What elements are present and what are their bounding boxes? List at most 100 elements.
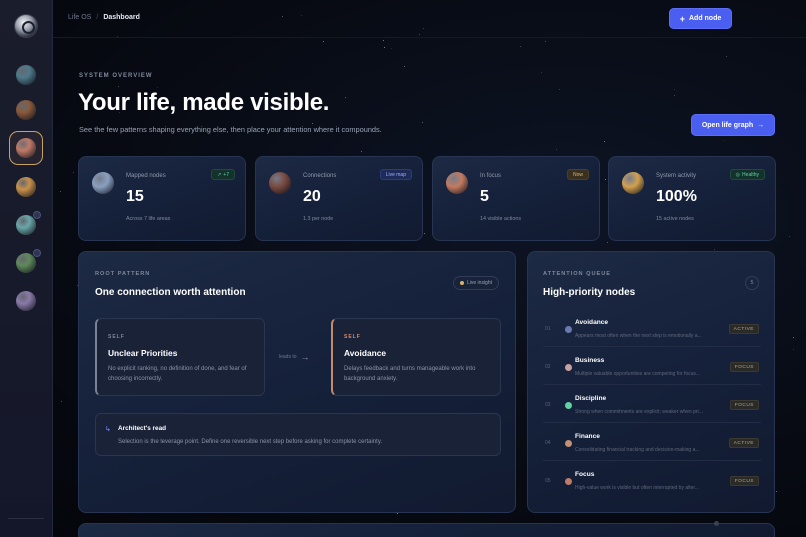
- live-insight-badge: Live insight: [452, 276, 499, 290]
- star: [605, 179, 607, 181]
- stat-value: 20: [303, 188, 321, 205]
- star: [673, 89, 675, 91]
- sidebar-divider: [8, 518, 44, 519]
- star: [390, 47, 392, 49]
- stat-value: 5: [480, 188, 489, 205]
- add-node-button[interactable]: + Add node: [669, 8, 732, 29]
- node-body: Delays feedback and turns manageable wor…: [344, 366, 476, 383]
- stat-card-connections[interactable]: Connections 20 1.3 per node Live map: [255, 156, 423, 241]
- stat-label: In focus: [480, 173, 502, 179]
- sidebar-item-jupiter[interactable]: [16, 177, 36, 197]
- queue-row[interactable]: 02 Business Multiple valuable opportunitie…: [543, 348, 761, 385]
- queue-node-desc: Appears most often when the next step is…: [575, 333, 702, 339]
- hero-eyebrow: SYSTEM OVERVIEW: [79, 73, 153, 79]
- star: [312, 122, 314, 124]
- atom-logo-icon[interactable]: [14, 14, 38, 38]
- queue-row[interactable]: 01 Avoidance Appears most often when the n…: [543, 310, 761, 347]
- planet-orb-icon: [269, 172, 291, 194]
- queue-row[interactable]: 04 Finance Consolidating financial trackin…: [543, 424, 761, 461]
- leads-to-label: leads to: [279, 354, 297, 360]
- chip-label: Healthy: [742, 171, 759, 178]
- mars-planet-icon: [16, 138, 36, 158]
- queue-node-name: Finance: [575, 433, 600, 440]
- queue-node-desc: High-value work is visible but often int…: [575, 485, 699, 491]
- star: [61, 400, 63, 402]
- sidebar-item-earth[interactable]: [16, 65, 36, 85]
- queue-status-badge: FOCUS: [729, 400, 759, 410]
- sidebar-item-ringed[interactable]: [16, 100, 36, 120]
- star: [544, 40, 546, 42]
- node-orb-icon: [565, 326, 572, 333]
- node-orb-icon: [565, 478, 572, 485]
- stat-value: 100%: [656, 188, 697, 205]
- stat-card-mapped-nodes[interactable]: Mapped nodes 15 Across 7 life areas ↗ +7: [78, 156, 246, 241]
- queue-status-badge: FOCUS: [729, 362, 759, 372]
- queue-index: 03: [545, 402, 551, 408]
- queue-node-desc: Consolidating financial tracking and dec…: [575, 447, 700, 453]
- notification-badge: [33, 249, 41, 257]
- open-life-graph-button[interactable]: Open life graph →: [691, 114, 775, 136]
- star: [776, 491, 778, 493]
- node-title: Avoidance: [344, 348, 387, 358]
- breadcrumb-root[interactable]: Life OS: [68, 14, 91, 21]
- queue-eyebrow: ATTENTION QUEUE: [543, 271, 612, 277]
- stat-label: Mapped nodes: [126, 173, 166, 179]
- live-insight-label: Live insight: [466, 280, 492, 286]
- stat-label: Connections: [303, 173, 337, 179]
- check-circle-icon: ◎: [735, 171, 741, 178]
- queue-status-badge: FOCUS: [729, 476, 759, 486]
- star: [322, 40, 324, 42]
- stat-card-system-activity[interactable]: System activity 100% 15 active nodes ◎ He…: [608, 156, 776, 241]
- queue-node-name: Discipline: [575, 395, 607, 402]
- stat-card-in-focus[interactable]: In focus 5 14 visible actions Now: [432, 156, 600, 241]
- sidebar-item-mars-active[interactable]: [9, 131, 43, 165]
- queue-title: High-priority nodes: [543, 287, 636, 298]
- star: [673, 94, 675, 96]
- architects-read-body: Selection is the leverage point. Define …: [118, 439, 383, 445]
- queue-index: 02: [545, 364, 551, 370]
- stat-foot: 15 active nodes: [656, 216, 694, 222]
- watermark-icon: [714, 521, 719, 526]
- queue-node-name: Focus: [575, 471, 595, 478]
- effect-node-card[interactable]: SELF Avoidance Delays feedback and turns…: [331, 318, 501, 396]
- chip-label: +7: [223, 171, 229, 178]
- star: [604, 141, 606, 143]
- plus-icon: +: [679, 13, 685, 24]
- sidebar-item-uranus[interactable]: [16, 211, 41, 235]
- star: [424, 232, 426, 234]
- queue-row[interactable]: 05 Focus High-value work is visible but of…: [543, 462, 761, 499]
- stat-foot: 14 visible actions: [480, 216, 522, 222]
- healthy-chip: ◎ Healthy: [729, 169, 765, 180]
- breadcrumb-current: Dashboard: [103, 14, 140, 21]
- arrow-right-icon: →: [757, 121, 765, 129]
- stat-value: 15: [126, 188, 144, 205]
- breadcrumb-separator: /: [96, 14, 99, 21]
- queue-node-desc: Multiple valuable opportunities are comp…: [575, 371, 701, 377]
- node-orb-icon: [565, 440, 572, 447]
- stat-label: System activity: [656, 173, 697, 179]
- planet-orb-icon: [622, 172, 644, 194]
- star: [383, 47, 385, 49]
- chip-label: Now: [572, 171, 583, 178]
- arrow-right-icon: →: [300, 352, 310, 362]
- star: [792, 349, 794, 351]
- queue-node-desc: Strong when commitments are explicit; we…: [575, 409, 703, 415]
- node-orb-icon: [565, 364, 572, 371]
- queue-index: 05: [545, 478, 551, 484]
- status-dot-icon: [459, 281, 464, 285]
- star: [555, 148, 557, 150]
- sidebar-item-moss[interactable]: [16, 249, 41, 273]
- leads-to-connector: leads to →: [279, 352, 310, 362]
- star: [72, 171, 74, 173]
- bottom-panel: [78, 523, 775, 537]
- node-tag: SELF: [344, 334, 361, 340]
- trend-up-icon: ↗: [217, 171, 222, 178]
- star: [361, 150, 363, 152]
- queue-node-name: Avoidance: [575, 319, 609, 326]
- queue-row[interactable]: 03 Discipline Strong when commitments are …: [543, 386, 761, 423]
- root-pattern-title: One connection worth attention: [95, 287, 246, 298]
- star: [607, 241, 609, 243]
- cause-node-card[interactable]: SELF Unclear Priorities No explicit rank…: [95, 318, 265, 396]
- sidebar-item-violet[interactable]: [16, 291, 36, 311]
- add-node-label: Add node: [688, 15, 722, 22]
